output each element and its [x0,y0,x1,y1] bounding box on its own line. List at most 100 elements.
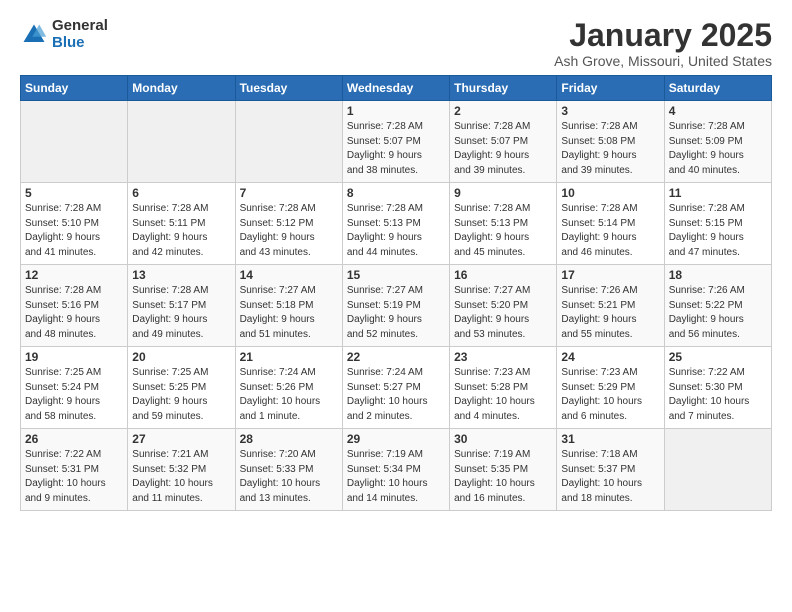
day-info: Sunrise: 7:28 AM Sunset: 5:16 PM Dayligh… [25,284,123,342]
logo-blue: Blue [52,35,108,52]
day-info: Sunrise: 7:26 AM Sunset: 5:21 PM Dayligh… [561,284,659,342]
header-day-wednesday: Wednesday [342,76,449,101]
day-number: 10 [561,186,659,200]
location-subtitle: Ash Grove, Missouri, United States [554,53,772,69]
day-info: Sunrise: 7:28 AM Sunset: 5:08 PM Dayligh… [561,120,659,178]
day-info: Sunrise: 7:28 AM Sunset: 5:10 PM Dayligh… [25,202,123,260]
week-row-0: 1Sunrise: 7:28 AM Sunset: 5:07 PM Daylig… [21,101,772,183]
day-cell: 25 Sunrise: 7:22 AM Sunset: 5:30 PM Dayli… [664,347,771,429]
day-info: Sunrise: 7:28 AM Sunset: 5:07 PM Dayligh… [347,120,445,178]
header-day-monday: Monday [128,76,235,101]
logo: General Blue [20,18,108,51]
day-cell: 9Sunrise: 7:28 AM Sunset: 5:13 PM Daylig… [450,183,557,265]
day-number: 27 [132,432,230,446]
logo-icon [20,21,48,49]
day-info: Sunrise: 7:26 AM Sunset: 5:22 PM Dayligh… [669,284,767,342]
header: General Blue January 2025 Ash Grove, Mis… [20,18,772,69]
day-cell: 7 Sunrise: 7:28 AM Sunset: 5:12 PM Daylig… [235,183,342,265]
day-cell: 19 Sunrise: 7:25 AM Sunset: 5:24 PM Dayli… [21,347,128,429]
day-info: Sunrise: 7:28 AM Sunset: 5:17 PM Dayligh… [132,284,230,342]
calendar-header: SundayMondayTuesdayWednesdayThursdayFrid… [21,76,772,101]
day-cell: 26Sunrise: 7:22 AM Sunset: 5:31 PM Dayli… [21,429,128,511]
calendar-table: SundayMondayTuesdayWednesdayThursdayFrid… [20,75,772,511]
header-day-sunday: Sunday [21,76,128,101]
day-cell [21,101,128,183]
day-cell: 28 Sunrise: 7:20 AM Sunset: 5:33 PM Dayli… [235,429,342,511]
day-cell: 13 Sunrise: 7:28 AM Sunset: 5:17 PM Dayli… [128,265,235,347]
day-number: 29 [347,432,445,446]
day-number: 14 [240,268,338,282]
day-info: Sunrise: 7:24 AM Sunset: 5:27 PM Dayligh… [347,366,445,424]
day-info: Sunrise: 7:19 AM Sunset: 5:35 PM Dayligh… [454,448,552,506]
day-number: 12 [25,268,123,282]
day-number: 9 [454,186,552,200]
day-number: 5 [25,186,123,200]
day-info: Sunrise: 7:27 AM Sunset: 5:18 PM Dayligh… [240,284,338,342]
day-number: 28 [240,432,338,446]
day-number: 15 [347,268,445,282]
day-info: Sunrise: 7:18 AM Sunset: 5:37 PM Dayligh… [561,448,659,506]
day-number: 8 [347,186,445,200]
day-cell: 1Sunrise: 7:28 AM Sunset: 5:07 PM Daylig… [342,101,449,183]
day-info: Sunrise: 7:28 AM Sunset: 5:11 PM Dayligh… [132,202,230,260]
day-number: 31 [561,432,659,446]
day-info: Sunrise: 7:20 AM Sunset: 5:33 PM Dayligh… [240,448,338,506]
day-cell [128,101,235,183]
day-cell: 8 Sunrise: 7:28 AM Sunset: 5:13 PM Daylig… [342,183,449,265]
week-row-4: 26Sunrise: 7:22 AM Sunset: 5:31 PM Dayli… [21,429,772,511]
header-row: SundayMondayTuesdayWednesdayThursdayFrid… [21,76,772,101]
day-cell: 17 Sunrise: 7:26 AM Sunset: 5:21 PM Dayli… [557,265,664,347]
day-info: Sunrise: 7:28 AM Sunset: 5:14 PM Dayligh… [561,202,659,260]
day-number: 6 [132,186,230,200]
day-info: Sunrise: 7:28 AM Sunset: 5:13 PM Dayligh… [347,202,445,260]
day-number: 25 [669,350,767,364]
day-number: 23 [454,350,552,364]
day-cell: 3 Sunrise: 7:28 AM Sunset: 5:08 PM Daylig… [557,101,664,183]
day-number: 3 [561,104,659,118]
calendar-body: 1Sunrise: 7:28 AM Sunset: 5:07 PM Daylig… [21,101,772,511]
day-cell: 14 Sunrise: 7:27 AM Sunset: 5:18 PM Dayli… [235,265,342,347]
day-number: 17 [561,268,659,282]
day-cell [664,429,771,511]
day-cell: 21Sunrise: 7:24 AM Sunset: 5:26 PM Dayli… [235,347,342,429]
day-info: Sunrise: 7:27 AM Sunset: 5:19 PM Dayligh… [347,284,445,342]
day-cell: 24Sunrise: 7:23 AM Sunset: 5:29 PM Dayli… [557,347,664,429]
day-number: 21 [240,350,338,364]
day-number: 26 [25,432,123,446]
logo-text: General Blue [52,18,108,51]
day-cell: 11Sunrise: 7:28 AM Sunset: 5:15 PM Dayli… [664,183,771,265]
day-info: Sunrise: 7:21 AM Sunset: 5:32 PM Dayligh… [132,448,230,506]
day-cell: 30Sunrise: 7:19 AM Sunset: 5:35 PM Dayli… [450,429,557,511]
header-day-friday: Friday [557,76,664,101]
logo-general: General [52,18,108,35]
day-cell: 16Sunrise: 7:27 AM Sunset: 5:20 PM Dayli… [450,265,557,347]
day-number: 13 [132,268,230,282]
day-cell: 4 Sunrise: 7:28 AM Sunset: 5:09 PM Daylig… [664,101,771,183]
day-cell: 2Sunrise: 7:28 AM Sunset: 5:07 PM Daylig… [450,101,557,183]
day-number: 7 [240,186,338,200]
day-info: Sunrise: 7:28 AM Sunset: 5:12 PM Dayligh… [240,202,338,260]
page-container: General Blue January 2025 Ash Grove, Mis… [0,0,792,521]
header-day-thursday: Thursday [450,76,557,101]
day-cell: 27 Sunrise: 7:21 AM Sunset: 5:32 PM Dayli… [128,429,235,511]
day-cell: 18 Sunrise: 7:26 AM Sunset: 5:22 PM Dayli… [664,265,771,347]
day-number: 19 [25,350,123,364]
day-number: 18 [669,268,767,282]
header-day-tuesday: Tuesday [235,76,342,101]
day-number: 24 [561,350,659,364]
day-info: Sunrise: 7:25 AM Sunset: 5:25 PM Dayligh… [132,366,230,424]
day-cell: 23Sunrise: 7:23 AM Sunset: 5:28 PM Dayli… [450,347,557,429]
week-row-2: 12 Sunrise: 7:28 AM Sunset: 5:16 PM Dayli… [21,265,772,347]
month-title: January 2025 [554,18,772,53]
day-info: Sunrise: 7:22 AM Sunset: 5:30 PM Dayligh… [669,366,767,424]
day-cell [235,101,342,183]
day-number: 4 [669,104,767,118]
week-row-1: 5 Sunrise: 7:28 AM Sunset: 5:10 PM Daylig… [21,183,772,265]
day-info: Sunrise: 7:25 AM Sunset: 5:24 PM Dayligh… [25,366,123,424]
day-info: Sunrise: 7:28 AM Sunset: 5:09 PM Dayligh… [669,120,767,178]
day-info: Sunrise: 7:19 AM Sunset: 5:34 PM Dayligh… [347,448,445,506]
day-number: 2 [454,104,552,118]
day-cell: 22Sunrise: 7:24 AM Sunset: 5:27 PM Dayli… [342,347,449,429]
day-cell: 15 Sunrise: 7:27 AM Sunset: 5:19 PM Dayli… [342,265,449,347]
day-number: 11 [669,186,767,200]
